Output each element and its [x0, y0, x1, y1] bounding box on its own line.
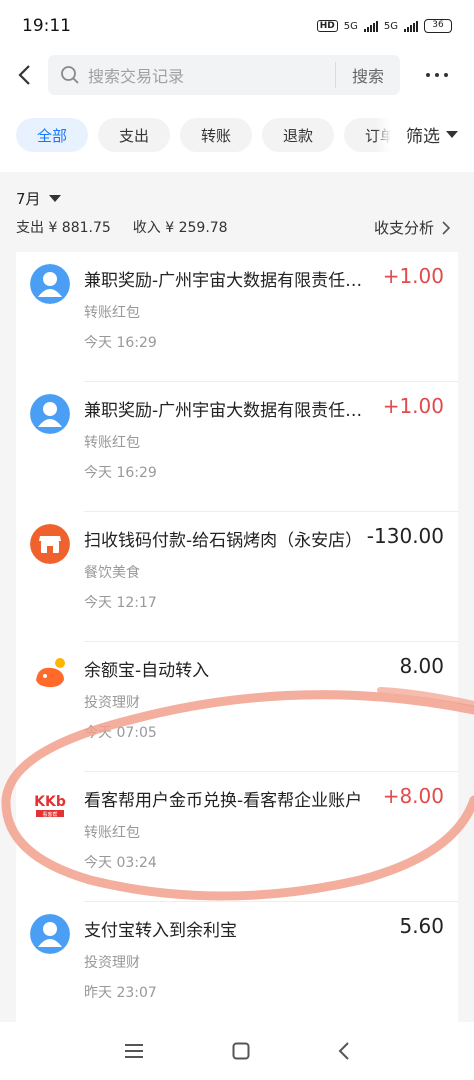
transaction-category: 转账红包: [84, 825, 140, 841]
more-dot-icon: [426, 73, 430, 77]
transaction-title: 余额宝-自动转入: [84, 661, 210, 681]
analysis-label: 收支分析: [373, 219, 434, 237]
transaction-time: 今天 07:05: [84, 725, 157, 741]
transaction-row[interactable]: 兼职奖励-广州宇宙大数据有限责任公司 +1.00 转账红包 今天 16:29: [16, 252, 458, 382]
transaction-title: 扫收钱码付款-给石锅烤肉（永安店）: [84, 531, 363, 551]
user-avatar-icon: [30, 914, 70, 954]
menu-icon[interactable]: [124, 1043, 144, 1059]
svg-text:KKb: KKb: [34, 794, 66, 810]
month-totals: 支出 ¥ 881.75 收入 ¥ 259.78: [16, 217, 228, 237]
signal-icon: [363, 20, 378, 32]
filter-dropdown-label: 筛选: [406, 126, 440, 147]
transaction-category: 餐饮美食: [84, 565, 140, 581]
signal-icon-2: [404, 20, 418, 32]
kkb-logo-icon: KKb 看客帮: [34, 794, 66, 818]
transaction-category: 投资理财: [84, 955, 140, 971]
home-icon[interactable]: [232, 1042, 250, 1060]
status-bar: 19:11 HD 5G 5G 36: [0, 0, 474, 52]
transaction-list: 兼职奖励-广州宇宙大数据有限责任公司 +1.00 转账红包 今天 16:29 兼…: [16, 252, 458, 1022]
transaction-time: 今天 16:29: [84, 465, 157, 481]
transaction-time: 今天 16:29: [84, 335, 157, 351]
search-icon: [61, 66, 79, 84]
search-box[interactable]: 搜索交易记录 搜索: [48, 55, 400, 95]
more-dot-icon: [435, 73, 439, 77]
more-button[interactable]: [400, 73, 474, 77]
triangle-down-icon: [48, 195, 61, 202]
transaction-title: 看客帮用户金币兑换-看客帮企业账户: [84, 791, 363, 811]
transaction-amount: 5.60: [399, 914, 444, 938]
status-icons: HD 5G 5G 36: [316, 19, 452, 33]
chevron-right-icon: [442, 220, 450, 235]
top-bar: 搜索交易记录 搜索: [0, 52, 474, 98]
transaction-amount: 8.00: [399, 654, 444, 678]
transaction-title: 支付宝转入到余利宝: [84, 921, 237, 941]
transaction-title: 兼职奖励-广州宇宙大数据有限责任公司: [84, 271, 374, 291]
transaction-category: 投资理财: [84, 695, 140, 711]
transaction-amount: -130.00: [366, 524, 444, 548]
transaction-row[interactable]: 支付宝转入到余利宝 5.60 投资理财 昨天 23:07: [16, 902, 458, 1022]
transaction-amount: +1.00: [382, 394, 444, 418]
hd-icon: HD: [316, 20, 338, 32]
back-button[interactable]: [0, 52, 48, 98]
transaction-category: 转账红包: [84, 305, 140, 321]
back-nav-icon[interactable]: [338, 1042, 350, 1060]
status-time: 19:11: [22, 16, 71, 36]
transaction-time: 昨天 23:07: [84, 985, 157, 1001]
month-summary: 7月 支出 ¥ 881.75 收入 ¥ 259.78 收支分析: [0, 172, 474, 252]
system-nav-bar: [0, 1022, 474, 1080]
transaction-time: 今天 12:17: [84, 595, 157, 611]
filter-chip-refund[interactable]: 退款: [262, 118, 334, 152]
filter-chip-all[interactable]: 全部: [16, 118, 88, 152]
chevron-left-icon: [18, 65, 30, 85]
transaction-category: 转账红包: [84, 435, 140, 451]
transaction-row[interactable]: KKb 看客帮 看客帮用户金币兑换-看客帮企业账户 +8.00 转账红包 今天 …: [16, 772, 458, 902]
transaction-amount: +1.00: [382, 264, 444, 288]
analysis-link[interactable]: 收支分析: [374, 217, 450, 238]
transaction-title: 兼职奖励-广州宇宙大数据有限责任公司: [84, 401, 374, 421]
filter-bar: 全部 支出 转账 退款 订单 筛选: [0, 98, 474, 172]
network-label-2: 5G: [383, 20, 398, 32]
user-avatar-icon: [30, 264, 70, 304]
transaction-amount: +8.00: [382, 784, 444, 808]
search-input[interactable]: 搜索交易记录: [88, 63, 335, 87]
shop-icon: [30, 524, 70, 564]
expense-total: 支出 ¥ 881.75: [16, 220, 111, 236]
search-button[interactable]: 搜索: [336, 63, 400, 87]
month-selector[interactable]: 7月: [16, 188, 61, 209]
filter-chip-expense[interactable]: 支出: [98, 118, 170, 152]
transaction-time: 今天 03:24: [84, 855, 157, 871]
battery-icon: 36: [424, 19, 452, 33]
transaction-row[interactable]: 扫收钱码付款-给石锅烤肉（永安店） -130.00 餐饮美食 今天 12:17: [16, 512, 458, 642]
month-label: 7月: [16, 190, 41, 208]
filter-dropdown-button[interactable]: 筛选: [390, 112, 474, 156]
transaction-row[interactable]: 余额宝-自动转入 8.00 投资理财 今天 07:05: [16, 642, 458, 772]
income-total: 收入 ¥ 259.78: [132, 220, 228, 236]
triangle-down-icon: [446, 130, 458, 138]
network-label-1: 5G: [343, 20, 358, 32]
filter-chip-transfer[interactable]: 转账: [180, 118, 252, 152]
yuebao-icon: [36, 658, 65, 688]
user-avatar-icon: [30, 394, 70, 434]
transaction-row[interactable]: 兼职奖励-广州宇宙大数据有限责任公司 +1.00 转账红包 今天 16:29: [16, 382, 458, 512]
svg-text:看客帮: 看客帮: [42, 811, 57, 818]
more-dot-icon: [444, 73, 448, 77]
